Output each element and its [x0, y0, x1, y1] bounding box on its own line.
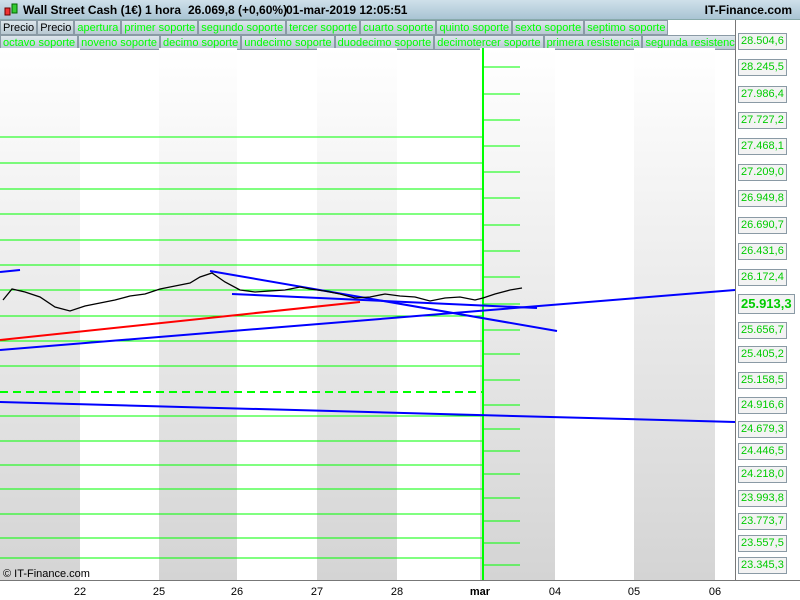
- price-level-label: 24.218,0: [738, 466, 787, 483]
- trend-line: [0, 269, 21, 273]
- price-level-label: 25.405,2: [738, 346, 787, 363]
- price-level-label: 28.245,5: [738, 59, 787, 76]
- legend-item[interactable]: segundo soporte: [198, 20, 287, 35]
- candlestick-logo-icon: [4, 3, 18, 16]
- legend-item[interactable]: sexto soporte: [512, 20, 585, 35]
- trend-line: [231, 293, 538, 309]
- title-bar: Wall Street Cash (1€) 1 hora 26.069,8 (+…: [0, 0, 800, 20]
- price-level-label: 24.679,3: [738, 421, 787, 438]
- legend-item[interactable]: quinto soporte: [436, 20, 513, 35]
- price-level-label: 26.690,7: [738, 217, 787, 234]
- legend-item[interactable]: tercer soporte: [286, 20, 361, 35]
- red-trend-line: [0, 301, 361, 341]
- price-level-label: 27.727,2: [738, 112, 787, 129]
- price-level-label: 25.158,5: [738, 372, 787, 389]
- copyright: © IT-Finance.com: [3, 568, 90, 580]
- last-price: 26.069,8 (+0,60%): [188, 3, 288, 17]
- interval[interactable]: 1 hora: [145, 3, 181, 17]
- legend-item[interactable]: cuarto soporte: [360, 20, 437, 35]
- time-label: 28: [390, 586, 404, 598]
- price-level-label: 23.773,7: [738, 513, 787, 530]
- price-level-label: 23.557,5: [738, 535, 787, 552]
- chart-area[interactable]: [0, 48, 735, 580]
- datetime: 01-mar-2019 12:05:51: [286, 3, 408, 17]
- price-level-label: 25.656,7: [738, 322, 787, 339]
- legend-row-1: Precio Precio apertura primer soporte segund…: [0, 20, 669, 35]
- price-level-label: 24.916,6: [738, 397, 787, 414]
- time-label: 26: [230, 586, 244, 598]
- price-level-label: 27.986,4: [738, 86, 787, 103]
- time-label: 27: [310, 586, 324, 598]
- legend-item[interactable]: septimo soporte: [584, 20, 669, 35]
- price-chart: [0, 48, 735, 580]
- time-label: 05: [627, 586, 641, 598]
- price-level-label: 23.993,8: [738, 490, 787, 507]
- legend-item[interactable]: primer soporte: [121, 20, 199, 35]
- legend-item[interactable]: Precio: [37, 20, 75, 35]
- trend-line: [0, 401, 735, 423]
- instrument-name: Wall Street Cash (1€): [23, 3, 142, 17]
- price-level-label: 23.345,3: [738, 557, 787, 574]
- legend-item[interactable]: Precio: [0, 20, 38, 35]
- time-label: 06: [708, 586, 722, 598]
- price-level-label: 26.431,6: [738, 243, 787, 260]
- price-level-label: 26.172,4: [738, 269, 787, 286]
- price-level-label: 25.913,3: [738, 294, 795, 314]
- legend-item[interactable]: apertura: [74, 20, 122, 35]
- price-line: [2, 272, 523, 312]
- price-level-label: 26.949,8: [738, 190, 787, 207]
- time-label: mar: [469, 586, 491, 598]
- price-level-label: 28.504,6: [738, 33, 787, 50]
- time-label: 25: [152, 586, 166, 598]
- time-label: 22: [73, 586, 87, 598]
- price-level-label: 27.468,1: [738, 138, 787, 155]
- time-label: 04: [548, 586, 562, 598]
- brand: IT-Finance.com: [704, 3, 792, 17]
- price-level-label: 24.446,5: [738, 443, 787, 460]
- time-axis: 22 25 26 27 28 mar 04 05 06: [0, 580, 800, 600]
- price-level-label: 27.209,0: [738, 164, 787, 181]
